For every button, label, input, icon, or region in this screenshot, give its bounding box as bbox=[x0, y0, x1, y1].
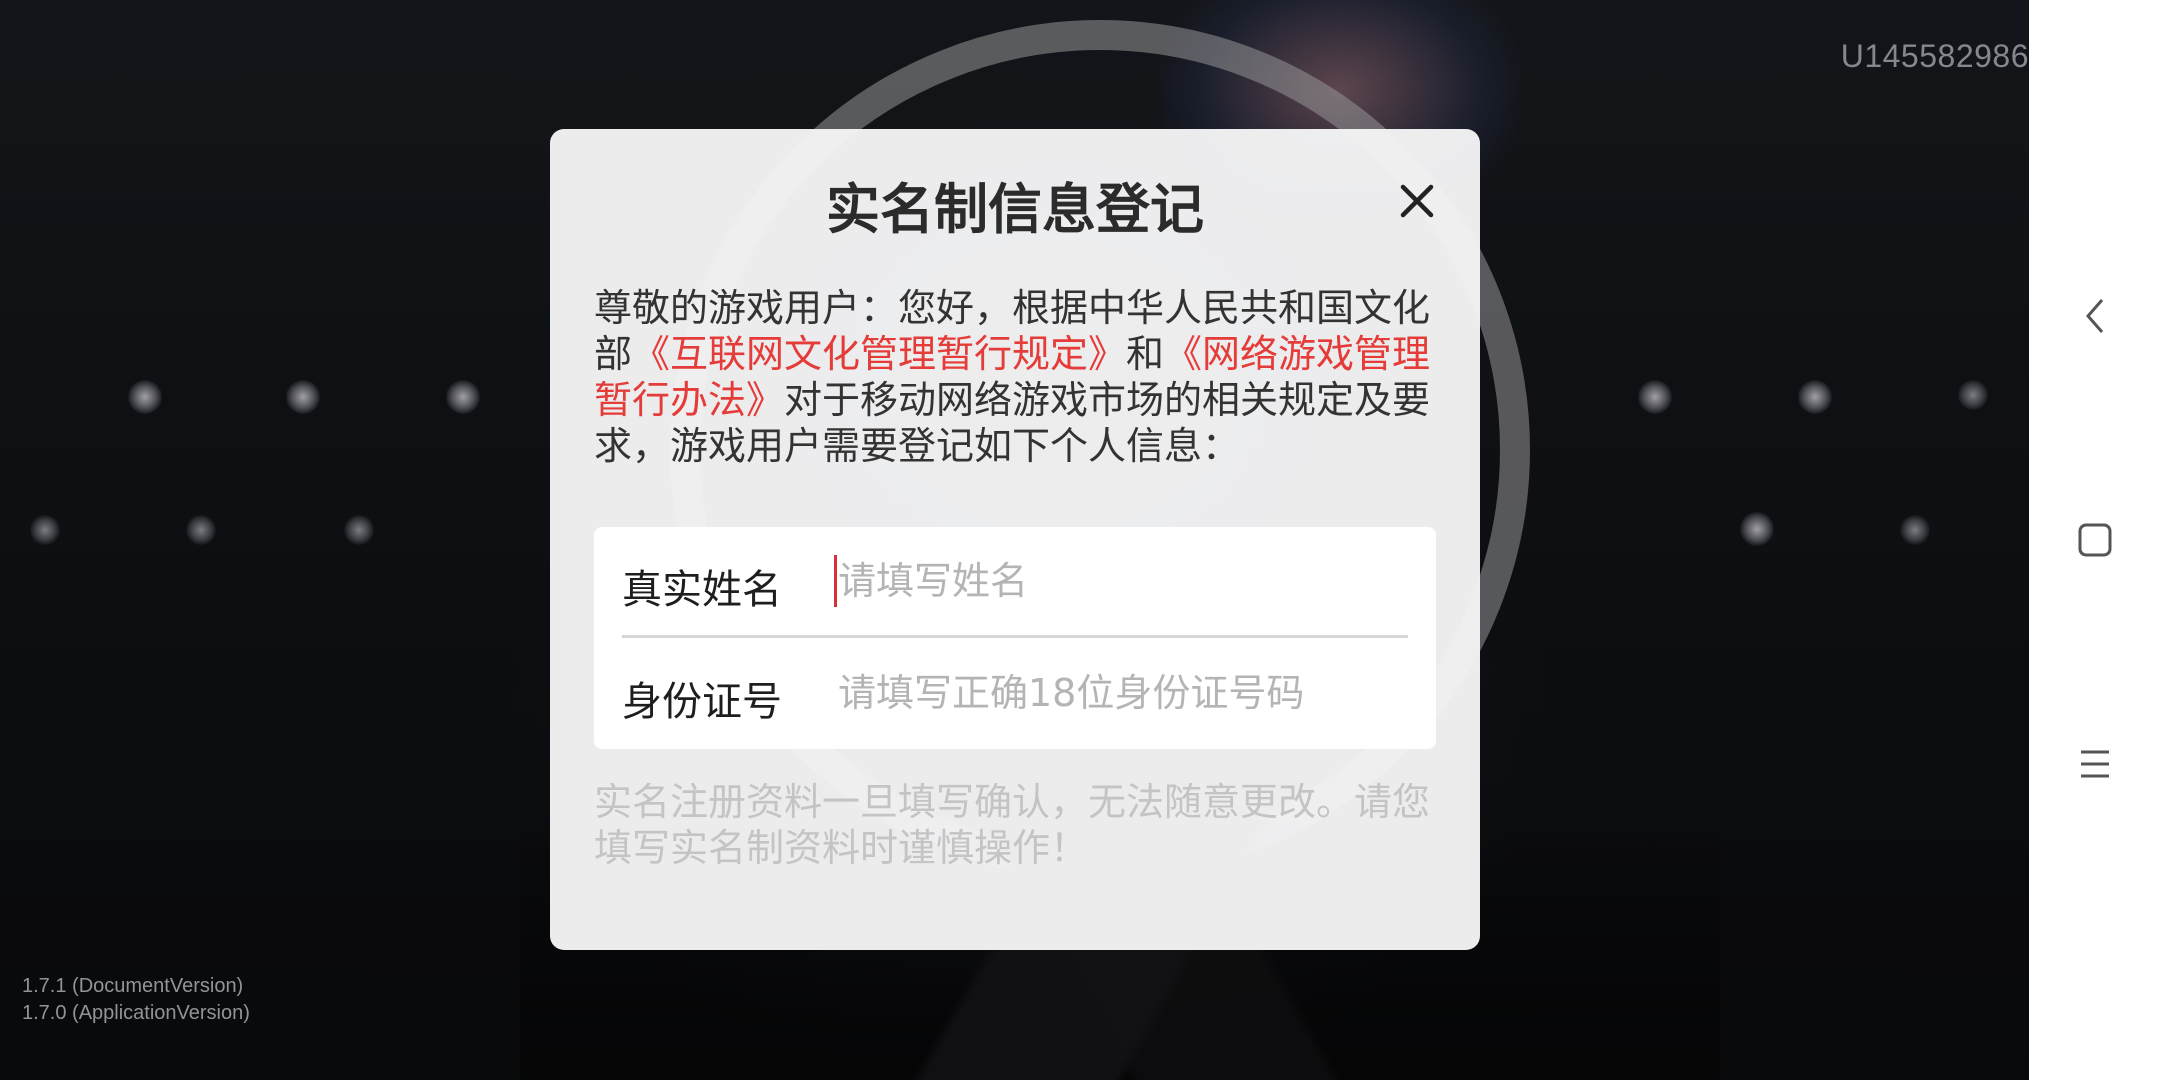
close-icon[interactable] bbox=[1395, 179, 1439, 223]
info-form: 真实姓名 身份证号 bbox=[594, 527, 1436, 749]
nav-back-icon[interactable] bbox=[2073, 294, 2117, 338]
nav-menu-icon[interactable] bbox=[2073, 742, 2117, 786]
text-caret bbox=[834, 555, 837, 607]
id-number-input[interactable] bbox=[834, 661, 1398, 725]
warning-text: 实名注册资料一旦填写确认，无法随意更改。请您填写实名制资料时谨慎操作！ bbox=[594, 780, 1431, 870]
name-row: 真实姓名 bbox=[594, 527, 1436, 638]
dialog-title: 实名制信息登记 bbox=[826, 178, 1204, 241]
real-name-dialog: 实名制信息登记 尊敬的游戏用户：您好，根据中华人民共和国文化部《互联网文化管理暂… bbox=[550, 129, 1480, 950]
notice-part2: 和 bbox=[1126, 332, 1165, 376]
name-label: 真实姓名 bbox=[622, 567, 782, 613]
id-number-row: 身份证号 bbox=[594, 639, 1436, 749]
regulation-link-1[interactable]: 《互联网文化管理暂行规定》 bbox=[632, 332, 1126, 376]
name-input[interactable] bbox=[834, 549, 1398, 613]
system-nav-bar bbox=[2029, 0, 2160, 1080]
nav-home-icon[interactable] bbox=[2073, 518, 2117, 562]
notice-text: 尊敬的游戏用户：您好，根据中华人民共和国文化部《互联网文化管理暂行规定》和《网络… bbox=[594, 285, 1436, 469]
field-divider bbox=[622, 635, 1408, 638]
id-number-label: 身份证号 bbox=[622, 679, 782, 725]
